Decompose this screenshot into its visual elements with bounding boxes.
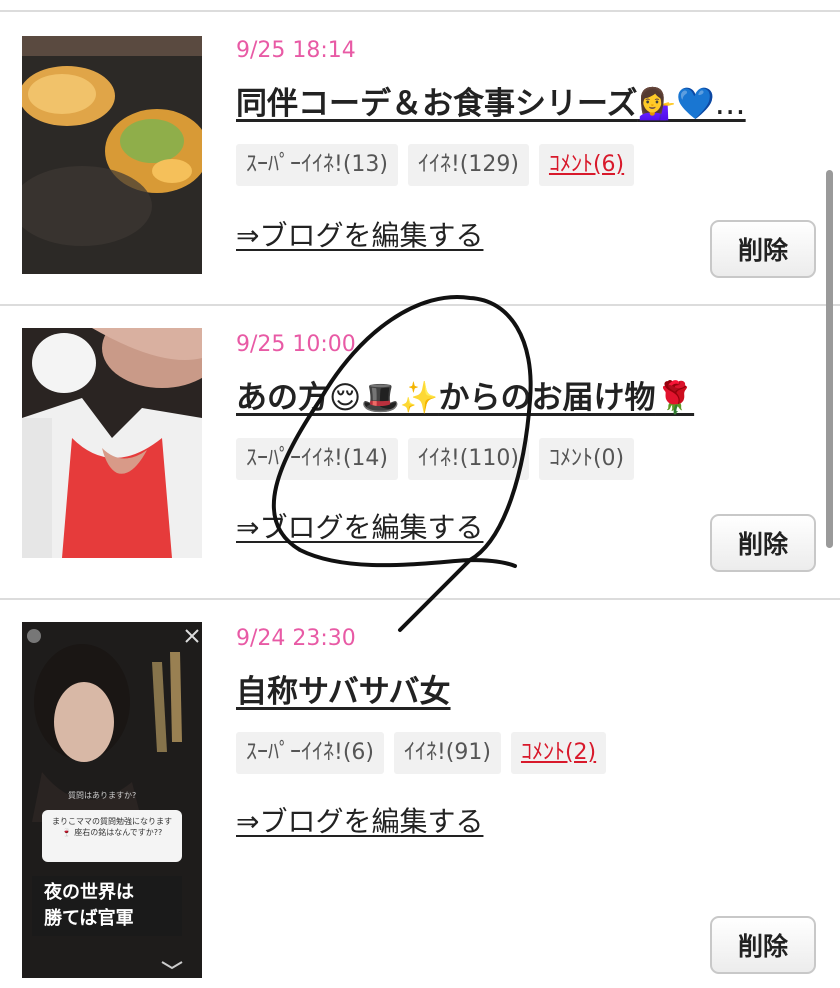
story-question-label: 質問はありますか? (68, 791, 137, 800)
top-divider (0, 0, 840, 12)
entry-stats: ｽｰﾊﾟｰｲｲﾈ!(6) ｲｲﾈ!(91) ｺﾒﾝﾄ(2) (236, 732, 607, 774)
super-like-count: ｽｰﾊﾟｰｲｲﾈ!(6) (236, 732, 384, 774)
delete-button[interactable]: 削除 (710, 514, 816, 572)
entry-stats: ｽｰﾊﾟｰｲｲﾈ!(13) ｲｲﾈ!(129) ｺﾒﾝﾄ(6) (236, 144, 635, 186)
comment-count: ｺﾒﾝﾄ(0) (538, 438, 635, 480)
entry-title[interactable]: 自称サバサバ女 (236, 666, 451, 711)
entry-title-emoji: 💁‍♀️💙… (637, 86, 746, 122)
story-caption-line1: 夜の世界は (44, 882, 134, 903)
entry-stats: ｽｰﾊﾟｰｲｲﾈ!(14) ｲｲﾈ!(110) ｺﾒﾝﾄ(0) (236, 438, 635, 480)
entry-title-text[interactable]: 自称サバサバ女 (236, 674, 451, 710)
entry-date: 9/25 10:00 (236, 332, 356, 357)
entry-thumbnail-portrait[interactable] (22, 328, 202, 558)
story-bubble-text: まりこママの質問勉強になります🍷 座右の銘はなんですか?? (52, 817, 172, 837)
comment-link[interactable]: ｺﾒﾝﾄ(6) (538, 144, 635, 186)
entry-title-emoji-tail: 🌹 (655, 380, 695, 416)
portrait-photo-icon (22, 328, 202, 558)
entry-date: 9/25 18:14 (236, 38, 356, 63)
entry-thumbnail-food[interactable] (22, 36, 202, 274)
edit-blog-link[interactable]: ⇒ブログを編集する (236, 214, 483, 254)
entry-title-text-tail[interactable]: からのお届け物 (439, 380, 656, 416)
blog-entry: 9/25 10:00 あの方😌🎩✨からのお届け物🌹 ｽｰﾊﾟｰｲｲﾈ!(14) … (0, 306, 840, 600)
like-count: ｲｲﾈ!(110) (407, 438, 529, 480)
super-like-count: ｽｰﾊﾟｰｲｲﾈ!(14) (236, 438, 398, 480)
scrollbar-thumb[interactable] (826, 170, 833, 548)
entry-date: 9/24 23:30 (236, 626, 356, 651)
entry-title[interactable]: あの方😌🎩✨からのお届け物🌹 (236, 372, 694, 417)
entry-title-text[interactable]: 同伴コーデ＆お食事シリーズ (236, 86, 637, 122)
comment-link[interactable]: ｺﾒﾝﾄ(2) (510, 732, 607, 774)
entry-title-text[interactable]: あの方 (236, 380, 329, 416)
food-photo-icon (22, 36, 202, 274)
entry-title-emoji: 😌🎩✨ (329, 380, 439, 416)
delete-button[interactable]: 削除 (710, 220, 816, 278)
like-count: ｲｲﾈ!(91) (393, 732, 501, 774)
entry-thumbnail-story[interactable]: 質問はありますか? まりこママの質問勉強になります🍷 座右の銘はなんですか?? … (22, 622, 202, 978)
entry-title[interactable]: 同伴コーデ＆お食事シリーズ💁‍♀️💙… (236, 78, 746, 123)
blog-entry: 9/25 18:14 同伴コーデ＆お食事シリーズ💁‍♀️💙… ｽｰﾊﾟｰｲｲﾈ!… (0, 12, 840, 306)
like-count: ｲｲﾈ!(129) (407, 144, 529, 186)
super-like-count: ｽｰﾊﾟｰｲｲﾈ!(13) (236, 144, 398, 186)
blog-entry: 質問はありますか? まりこママの質問勉強になります🍷 座右の銘はなんですか?? … (0, 600, 840, 988)
edit-blog-link[interactable]: ⇒ブログを編集する (236, 800, 483, 840)
story-caption-line2: 勝てば官軍 (44, 908, 134, 929)
delete-button[interactable]: 削除 (710, 916, 816, 974)
edit-blog-link[interactable]: ⇒ブログを編集する (236, 506, 483, 546)
